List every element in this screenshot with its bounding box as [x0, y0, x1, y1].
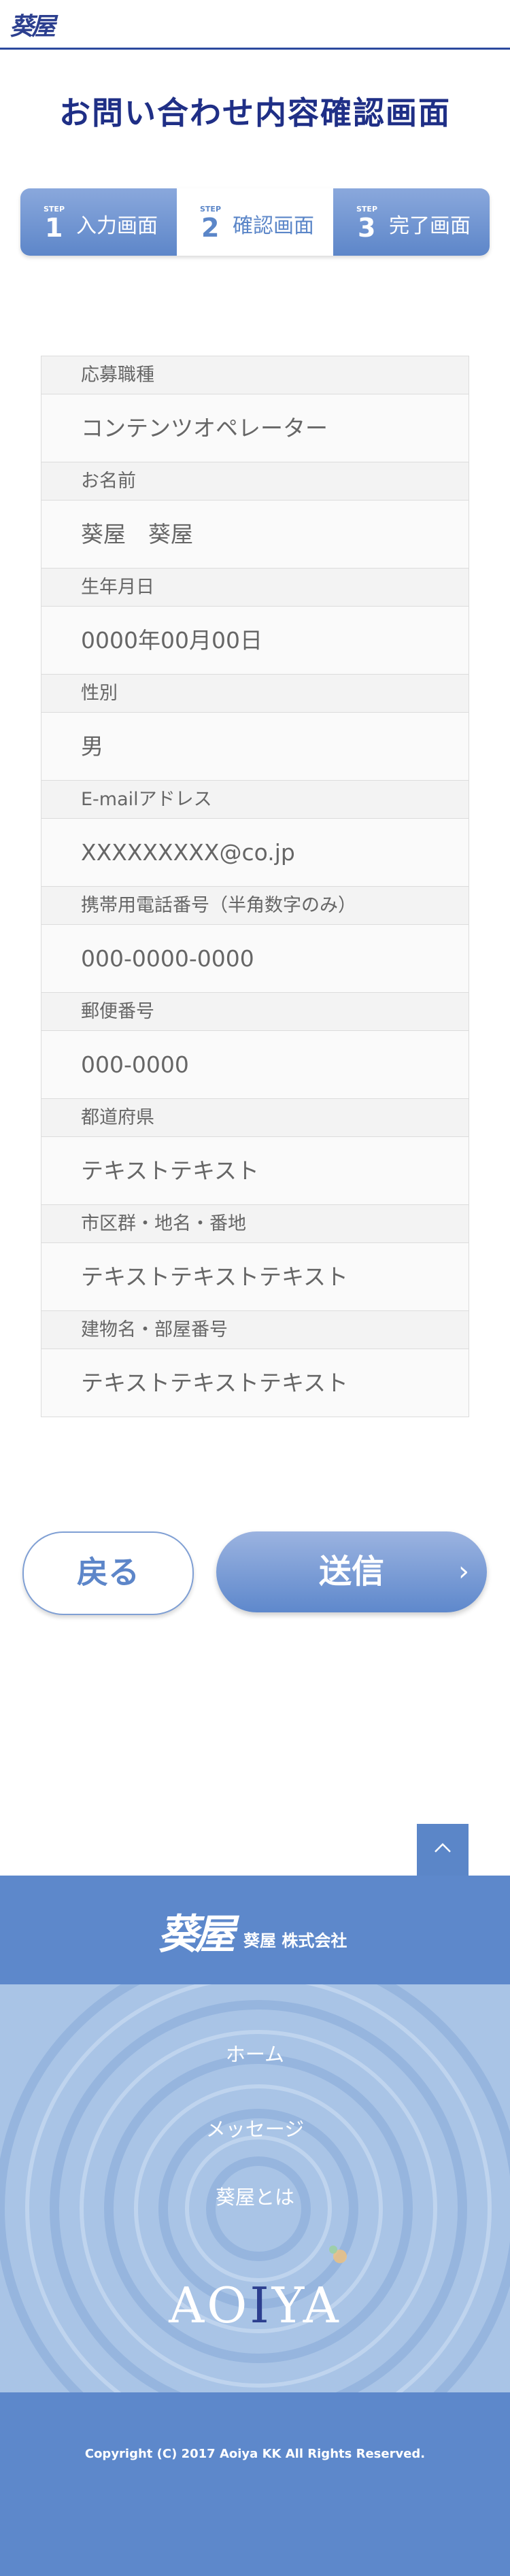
footer-nav-home[interactable]: ホーム [0, 2039, 510, 2067]
field-label: 携帯用電話番号（半角数字のみ） [41, 887, 469, 925]
field-label: 生年月日 [41, 569, 469, 607]
chevron-right-icon: › [458, 1556, 469, 1587]
brand-wordmark: AOIYA [0, 2277, 510, 2334]
field-value: テキストテキストテキスト [41, 1243, 469, 1311]
chevron-up-icon [435, 1843, 451, 1852]
field-gender: 性別 男 [41, 675, 469, 781]
step-3: STEP 3 完了画面 [333, 188, 490, 256]
field-label: 建物名・部屋番号 [41, 1311, 469, 1349]
step-1-text: 入力画面 [76, 214, 158, 238]
footer-nav-message[interactable]: メッセージ [0, 2114, 510, 2142]
send-button-label: 送信 [318, 1553, 384, 1591]
footer-nav-about[interactable]: 葵屋とは [0, 2182, 510, 2210]
field-label: 市区群・地名・番地 [41, 1205, 469, 1243]
step-2-number: 2 [201, 213, 220, 243]
field-value: 男 [41, 713, 469, 781]
back-button[interactable]: 戻る [22, 1531, 194, 1615]
footer-bottom: Copyright (C) 2017 Aoiya KK All Rights R… [0, 2392, 510, 2576]
field-job-type: 応募職種 コンテンツオペレーター [41, 356, 469, 462]
site-header: 葵屋 [0, 0, 510, 50]
copyright: Copyright (C) 2017 Aoiya KK All Rights R… [84, 2447, 426, 2461]
field-value: テキストテキスト [41, 1137, 469, 1205]
page-title: お問い合わせ内容確認画面 [59, 95, 451, 131]
field-value: 000-0000 [41, 1031, 469, 1099]
brand-text-part: AO [169, 2277, 250, 2334]
brand-text-part: YA [271, 2277, 341, 2334]
field-value: コンテンツオペレーター [41, 394, 469, 462]
brand-text-part: I [250, 2277, 272, 2334]
field-value: XXXXXXXXX@co.jp [41, 819, 469, 887]
field-label: 都道府県 [41, 1099, 469, 1137]
step-indicator: STEP 1 入力画面 STEP 2 確認画面 STEP 3 完了画面 [20, 188, 490, 256]
field-email: E-mailアドレス XXXXXXXXX@co.jp [41, 781, 469, 887]
send-button[interactable]: 送信 › [216, 1531, 487, 1612]
step-3-number: 3 [358, 213, 376, 243]
field-birthdate: 生年月日 0000年00月00日 [41, 569, 469, 675]
field-label: E-mailアドレス [41, 781, 469, 819]
field-postal-code: 郵便番号 000-0000 [41, 993, 469, 1099]
field-building: 建物名・部屋番号 テキストテキストテキスト [41, 1311, 469, 1417]
field-label: お名前 [41, 462, 469, 501]
field-label: 郵便番号 [41, 993, 469, 1031]
step-1-number: 1 [45, 213, 63, 243]
field-mobile: 携帯用電話番号（半角数字のみ） 000-0000-0000 [41, 887, 469, 993]
footer-logo[interactable]: 葵屋 [158, 1901, 235, 1961]
back-to-top-button[interactable] [417, 1824, 469, 1876]
footer-company-name: 葵屋 株式会社 [243, 1931, 347, 1950]
field-name: お名前 葵屋 葵屋 [41, 462, 469, 569]
step-2-text: 確認画面 [233, 214, 314, 238]
field-address: 市区群・地名・番地 テキストテキストテキスト [41, 1205, 469, 1311]
field-value: 0000年00月00日 [41, 607, 469, 675]
step-1: STEP 1 入力画面 [20, 188, 177, 256]
field-value: 000-0000-0000 [41, 925, 469, 993]
field-value: テキストテキストテキスト [41, 1349, 469, 1417]
field-label: 性別 [41, 675, 469, 713]
field-prefecture: 都道府県 テキストテキスト [41, 1099, 469, 1205]
confirmation-table: 応募職種 コンテンツオペレーター お名前 葵屋 葵屋 生年月日 0000年00月… [41, 356, 469, 1417]
field-value: 葵屋 葵屋 [41, 501, 469, 569]
site-logo[interactable]: 葵屋 [10, 7, 56, 42]
step-2-current: STEP 2 確認画面 [177, 188, 333, 256]
step-3-text: 完了画面 [389, 214, 471, 238]
field-label: 応募職種 [41, 356, 469, 394]
